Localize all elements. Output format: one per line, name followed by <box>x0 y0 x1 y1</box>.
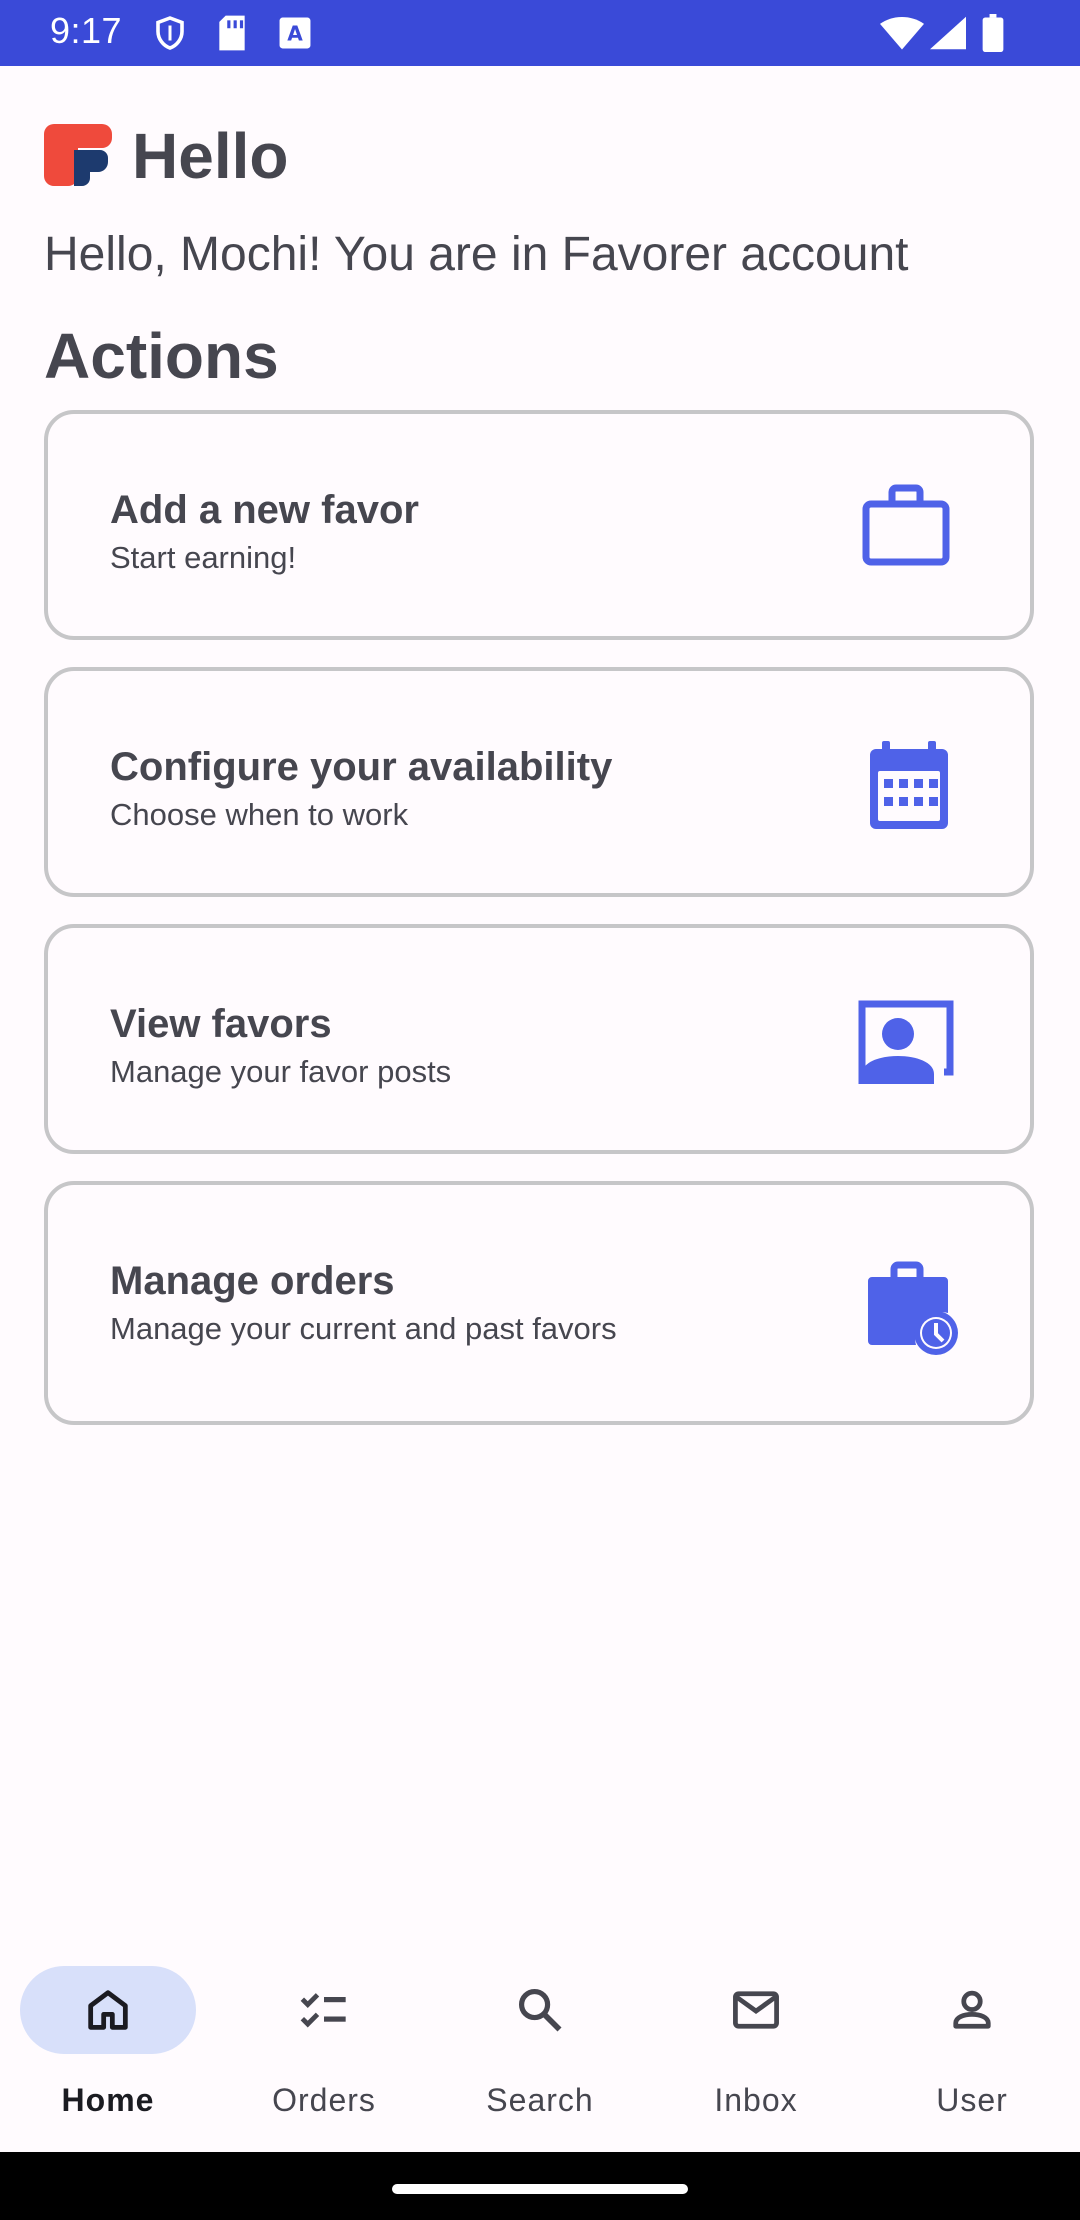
wifi-icon <box>880 16 924 55</box>
status-bar: 9:17 A <box>0 0 1080 66</box>
actions-section-title: Actions <box>44 320 279 392</box>
status-time: 9:17 <box>50 10 123 51</box>
nav-item-search[interactable]: Search <box>432 1932 648 2152</box>
card-subtitle: Manage your favor posts <box>110 1054 452 1089</box>
keyboard-a-icon: A <box>278 14 312 57</box>
nav-label: User <box>936 2082 1008 2118</box>
card-subtitle: Choose when to work <box>110 797 409 832</box>
nav-label: Search <box>486 2082 594 2118</box>
page-title: Hello <box>132 120 289 192</box>
account-box-icon <box>858 1000 954 1089</box>
configure-availability-card[interactable]: Configure your availability Choose when … <box>44 667 1034 897</box>
work-history-icon <box>864 1261 960 1360</box>
card-title: Configure your availability <box>110 745 613 789</box>
nav-item-orders[interactable]: Orders <box>216 1932 432 2152</box>
briefcase-icon <box>862 484 950 573</box>
svg-text:A: A <box>287 22 303 46</box>
person-icon <box>946 1984 998 2036</box>
card-title: Add a new favor <box>110 488 419 532</box>
home-icon <box>82 1984 134 2036</box>
add-favor-card[interactable]: Add a new favor Start earning! <box>44 410 1034 640</box>
shield-icon <box>152 14 188 57</box>
sd-card-icon <box>216 14 248 57</box>
card-subtitle: Manage your current and past favors <box>110 1311 617 1346</box>
card-subtitle: Start earning! <box>110 540 297 575</box>
bottom-navigation: Home Orders Search Inbox User <box>0 1932 1080 2152</box>
search-icon <box>514 1984 566 2036</box>
nav-label: Orders <box>272 2082 376 2118</box>
mail-icon <box>730 1984 782 2036</box>
checklist-icon <box>298 1984 350 2036</box>
nav-item-user[interactable]: User <box>864 1932 1080 2152</box>
nav-item-inbox[interactable]: Inbox <box>648 1932 864 2152</box>
greeting-text: Hello, Mochi! You are in Favorer account <box>44 228 909 281</box>
nav-label: Home <box>61 2082 155 2118</box>
signal-icon <box>930 16 966 55</box>
manage-orders-card[interactable]: Manage orders Manage your current and pa… <box>44 1181 1034 1425</box>
battery-icon <box>982 14 1004 57</box>
calendar-icon <box>868 741 950 836</box>
nav-item-home[interactable]: Home <box>0 1932 216 2152</box>
card-title: Manage orders <box>110 1259 395 1303</box>
home-gesture-handle[interactable] <box>392 2184 688 2194</box>
nav-label: Inbox <box>714 2082 798 2118</box>
card-title: View favors <box>110 1002 332 1046</box>
view-favors-card[interactable]: View favors Manage your favor posts <box>44 924 1034 1154</box>
app-logo <box>44 124 112 186</box>
